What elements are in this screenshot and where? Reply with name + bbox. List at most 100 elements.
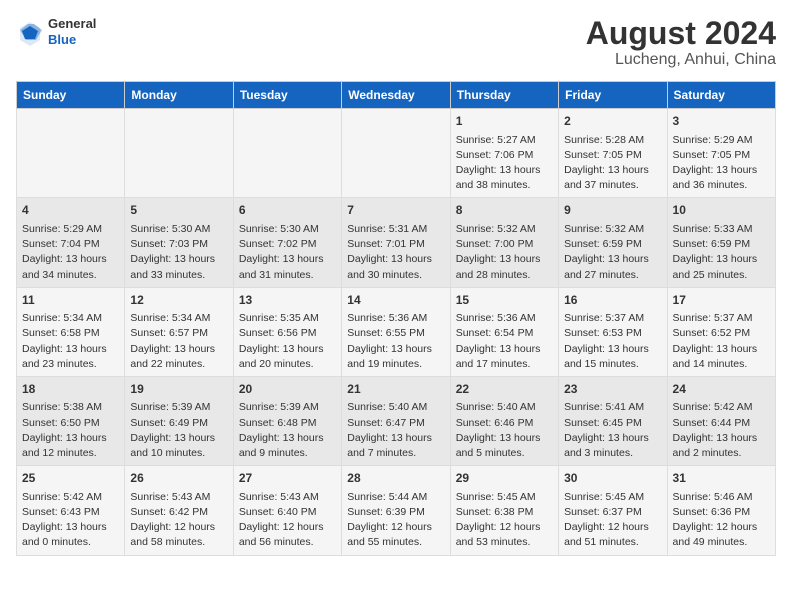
day-number: 17	[673, 292, 770, 309]
logo-icon	[16, 18, 44, 46]
logo-blue-text: Blue	[48, 32, 96, 48]
day-info: Sunset: 6:48 PM	[239, 416, 336, 431]
day-number: 6	[239, 202, 336, 219]
day-number: 31	[673, 470, 770, 487]
day-number: 21	[347, 381, 444, 398]
calendar-body: 1Sunrise: 5:27 AMSunset: 7:06 PMDaylight…	[17, 109, 776, 555]
day-info: Sunset: 6:55 PM	[347, 326, 444, 341]
day-info: Sunrise: 5:34 AM	[130, 311, 227, 326]
day-info: Daylight: 13 hours	[22, 520, 119, 535]
week-row-3: 11Sunrise: 5:34 AMSunset: 6:58 PMDayligh…	[17, 287, 776, 376]
day-info: Sunrise: 5:35 AM	[239, 311, 336, 326]
day-number: 2	[564, 113, 661, 130]
day-info: and 34 minutes.	[22, 268, 119, 283]
day-info: Sunrise: 5:45 AM	[564, 490, 661, 505]
day-number: 3	[673, 113, 770, 130]
day-info: Sunset: 6:59 PM	[673, 237, 770, 252]
week-row-4: 18Sunrise: 5:38 AMSunset: 6:50 PMDayligh…	[17, 376, 776, 465]
page-header: General Blue August 2024 Lucheng, Anhui,…	[16, 16, 776, 69]
day-info: Sunset: 6:50 PM	[22, 416, 119, 431]
day-info: Sunset: 6:43 PM	[22, 505, 119, 520]
day-info: Daylight: 13 hours	[564, 431, 661, 446]
day-info: Sunset: 6:59 PM	[564, 237, 661, 252]
day-info: Sunrise: 5:30 AM	[239, 222, 336, 237]
day-info: Sunset: 7:06 PM	[456, 148, 553, 163]
day-info: Daylight: 13 hours	[564, 163, 661, 178]
day-info: Sunset: 7:05 PM	[564, 148, 661, 163]
day-info: and 37 minutes.	[564, 178, 661, 193]
day-number: 27	[239, 470, 336, 487]
day-cell: 29Sunrise: 5:45 AMSunset: 6:38 PMDayligh…	[450, 466, 558, 555]
day-info: Daylight: 13 hours	[239, 431, 336, 446]
day-info: Sunrise: 5:43 AM	[130, 490, 227, 505]
day-cell: 30Sunrise: 5:45 AMSunset: 6:37 PMDayligh…	[559, 466, 667, 555]
day-info: Sunrise: 5:32 AM	[456, 222, 553, 237]
day-cell: 26Sunrise: 5:43 AMSunset: 6:42 PMDayligh…	[125, 466, 233, 555]
day-info: and 51 minutes.	[564, 535, 661, 550]
calendar-subtitle: Lucheng, Anhui, China	[586, 51, 776, 69]
day-info: Sunset: 6:52 PM	[673, 326, 770, 341]
day-info: Sunrise: 5:37 AM	[564, 311, 661, 326]
day-number: 7	[347, 202, 444, 219]
day-cell	[17, 109, 125, 198]
day-info: and 12 minutes.	[22, 446, 119, 461]
day-info: Sunrise: 5:39 AM	[130, 400, 227, 415]
day-cell: 20Sunrise: 5:39 AMSunset: 6:48 PMDayligh…	[233, 376, 341, 465]
day-number: 4	[22, 202, 119, 219]
header-cell-sunday: Sunday	[17, 82, 125, 109]
day-info: Sunset: 7:05 PM	[673, 148, 770, 163]
header-cell-friday: Friday	[559, 82, 667, 109]
day-info: Sunrise: 5:37 AM	[673, 311, 770, 326]
day-info: Sunrise: 5:39 AM	[239, 400, 336, 415]
day-info: Daylight: 13 hours	[456, 342, 553, 357]
calendar-title: August 2024	[586, 16, 776, 51]
day-info: Sunrise: 5:42 AM	[673, 400, 770, 415]
day-info: Sunset: 6:37 PM	[564, 505, 661, 520]
day-info: and 3 minutes.	[564, 446, 661, 461]
day-info: Daylight: 13 hours	[347, 431, 444, 446]
day-info: Daylight: 13 hours	[130, 431, 227, 446]
day-info: and 7 minutes.	[347, 446, 444, 461]
day-info: Sunset: 6:56 PM	[239, 326, 336, 341]
day-info: Sunset: 6:57 PM	[130, 326, 227, 341]
day-info: Sunrise: 5:42 AM	[22, 490, 119, 505]
day-info: Sunrise: 5:40 AM	[456, 400, 553, 415]
day-info: Sunrise: 5:32 AM	[564, 222, 661, 237]
day-info: Daylight: 13 hours	[22, 342, 119, 357]
day-info: Sunrise: 5:41 AM	[564, 400, 661, 415]
day-info: Sunset: 6:46 PM	[456, 416, 553, 431]
day-info: Daylight: 12 hours	[347, 520, 444, 535]
day-cell	[233, 109, 341, 198]
day-info: and 10 minutes.	[130, 446, 227, 461]
day-cell: 24Sunrise: 5:42 AMSunset: 6:44 PMDayligh…	[667, 376, 775, 465]
day-info: and 20 minutes.	[239, 357, 336, 372]
day-info: Daylight: 13 hours	[673, 163, 770, 178]
day-number: 16	[564, 292, 661, 309]
day-number: 18	[22, 381, 119, 398]
day-cell: 19Sunrise: 5:39 AMSunset: 6:49 PMDayligh…	[125, 376, 233, 465]
day-info: and 55 minutes.	[347, 535, 444, 550]
day-info: Daylight: 13 hours	[673, 252, 770, 267]
day-info: Daylight: 12 hours	[239, 520, 336, 535]
day-cell: 27Sunrise: 5:43 AMSunset: 6:40 PMDayligh…	[233, 466, 341, 555]
day-info: Daylight: 13 hours	[22, 431, 119, 446]
day-number: 10	[673, 202, 770, 219]
day-cell: 28Sunrise: 5:44 AMSunset: 6:39 PMDayligh…	[342, 466, 450, 555]
day-info: Sunset: 6:38 PM	[456, 505, 553, 520]
week-row-5: 25Sunrise: 5:42 AMSunset: 6:43 PMDayligh…	[17, 466, 776, 555]
day-info: Daylight: 13 hours	[130, 252, 227, 267]
day-info: Sunrise: 5:44 AM	[347, 490, 444, 505]
day-info: and 0 minutes.	[22, 535, 119, 550]
day-info: Daylight: 13 hours	[130, 342, 227, 357]
week-row-1: 1Sunrise: 5:27 AMSunset: 7:06 PMDaylight…	[17, 109, 776, 198]
day-info: Daylight: 13 hours	[239, 252, 336, 267]
day-cell: 4Sunrise: 5:29 AMSunset: 7:04 PMDaylight…	[17, 198, 125, 287]
header-cell-thursday: Thursday	[450, 82, 558, 109]
day-cell: 8Sunrise: 5:32 AMSunset: 7:00 PMDaylight…	[450, 198, 558, 287]
day-cell: 16Sunrise: 5:37 AMSunset: 6:53 PMDayligh…	[559, 287, 667, 376]
day-info: and 14 minutes.	[673, 357, 770, 372]
day-info: Daylight: 13 hours	[673, 431, 770, 446]
day-info: and 9 minutes.	[239, 446, 336, 461]
day-info: Daylight: 13 hours	[239, 342, 336, 357]
day-number: 11	[22, 292, 119, 309]
